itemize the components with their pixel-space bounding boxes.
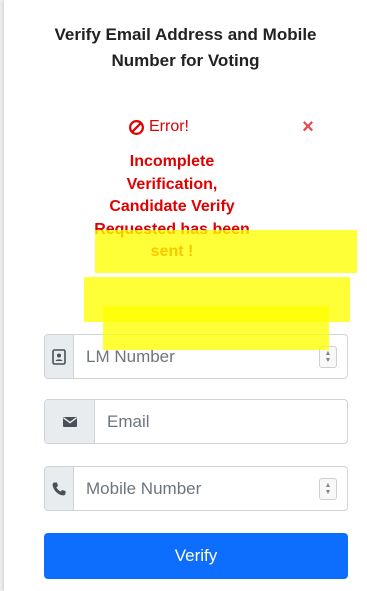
error-message: Incomplete Verification, Candidate Verif… xyxy=(60,151,284,264)
mobile-group: ▲▼ xyxy=(44,466,348,511)
envelope-icon xyxy=(62,416,77,427)
verification-card: Verify Email Address and Mobile Number f… xyxy=(4,0,367,591)
verify-button[interactable]: Verify xyxy=(44,533,348,579)
lm-number-addon xyxy=(45,335,74,378)
email-group xyxy=(44,399,348,444)
number-stepper-icon[interactable]: ▲ ▼ xyxy=(319,477,337,500)
error-message-line: Incomplete xyxy=(129,153,215,170)
mobile-addon xyxy=(45,467,74,510)
highlight-overlay xyxy=(84,277,350,322)
error-heading-text: Error! xyxy=(149,118,189,135)
error-message-line: sent ! xyxy=(150,243,194,260)
form-title-line-1: Verify Email Address and Mobile xyxy=(54,25,317,44)
mobile-input[interactable] xyxy=(74,467,319,510)
email-input[interactable] xyxy=(95,400,347,443)
form-title: Verify Email Address and Mobile Number f… xyxy=(4,22,367,74)
ban-icon xyxy=(129,119,144,135)
close-error-button[interactable]: × xyxy=(299,117,317,137)
form-title-line-2: Number for Voting xyxy=(111,51,260,70)
error-message-line: Candidate Verify xyxy=(109,198,235,215)
id-card-icon xyxy=(52,348,66,365)
mobile-spinner[interactable]: ▲ ▼ xyxy=(319,467,337,510)
error-message-line: Verification, xyxy=(126,175,218,193)
lm-number-group: ▲▼ xyxy=(44,334,348,379)
number-stepper-icon[interactable]: ▲ ▼ xyxy=(319,345,337,368)
lm-number-spinner[interactable]: ▲ ▼ xyxy=(319,335,337,378)
email-addon xyxy=(45,400,95,443)
error-message-line: Requested has been xyxy=(94,220,250,238)
error-heading: Error! xyxy=(128,116,189,138)
phone-icon xyxy=(52,482,66,495)
lm-number-input[interactable] xyxy=(74,335,319,378)
